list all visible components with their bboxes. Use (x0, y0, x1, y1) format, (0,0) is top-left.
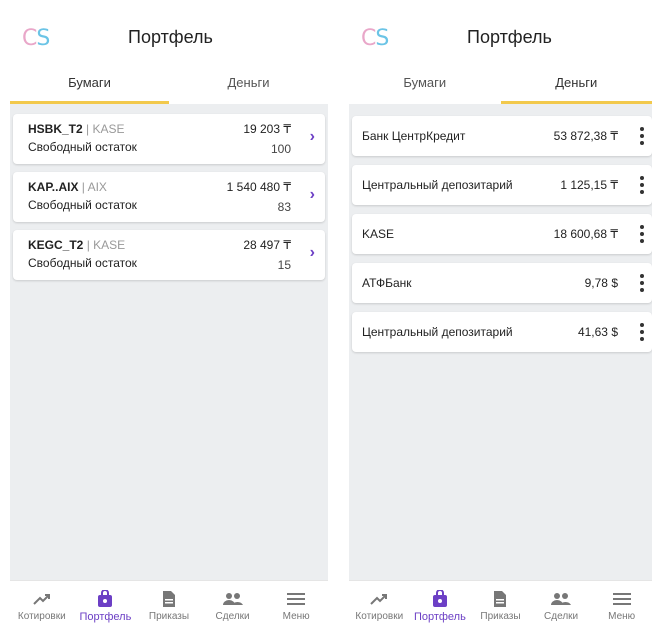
nav-menu-label: Меню (591, 611, 652, 622)
hamburger-menu-icon (264, 589, 328, 609)
account-name: Банк ЦентрКредит (362, 129, 465, 143)
account-balance: 1 125,15 ₸ (560, 178, 618, 192)
nav-quotes-label: Котировки (10, 611, 74, 622)
money-card[interactable]: KASE 18 600,68 ₸ (352, 214, 652, 254)
briefcase-icon (74, 589, 138, 609)
money-card[interactable]: Центральный депозитарий 1 125,15 ₸ (352, 165, 652, 205)
trending-up-icon (349, 589, 410, 609)
bottom-nav: Котировки Портфель Приказы Сделки Меню (349, 580, 652, 638)
nav-quotes-label: Котировки (349, 611, 410, 622)
app-logo: CS (22, 26, 49, 51)
chevron-right-icon[interactable]: › (310, 186, 315, 204)
account-balance: 18 600,68 ₸ (554, 227, 618, 241)
tab-securities[interactable]: Бумаги (349, 66, 501, 104)
more-vert-icon[interactable] (640, 323, 644, 341)
tab-money[interactable]: Деньги (501, 66, 652, 104)
nav-portfolio-label: Портфель (410, 611, 471, 623)
nav-menu[interactable]: Меню (591, 581, 652, 638)
nav-portfolio[interactable]: Портфель (74, 581, 138, 638)
security-title: KEGC_T2 | KASE (28, 238, 125, 252)
document-icon (137, 589, 201, 609)
account-balance: 53 872,38 ₸ (554, 129, 618, 143)
tab-money[interactable]: Деньги (169, 66, 328, 104)
tab-bar: Бумаги Деньги (349, 66, 652, 104)
nav-orders-label: Приказы (137, 611, 201, 622)
nav-portfolio-label: Портфель (74, 611, 138, 623)
account-name: АТФБанк (362, 276, 412, 290)
security-card[interactable]: KAP..AIX | AIX Свободный остаток 1 540 4… (13, 172, 325, 222)
security-subtitle: Свободный остаток (28, 256, 137, 270)
nav-menu-label: Меню (264, 611, 328, 622)
page-title: Портфель (467, 27, 552, 48)
account-name: KASE (362, 227, 394, 241)
nav-menu[interactable]: Меню (264, 581, 328, 638)
more-vert-icon[interactable] (640, 274, 644, 292)
more-vert-icon[interactable] (640, 225, 644, 243)
trending-up-icon (10, 589, 74, 609)
money-card[interactable]: Центральный депозитарий 41,63 $ (352, 312, 652, 352)
nav-deals-label: Сделки (201, 611, 265, 622)
nav-quotes[interactable]: Котировки (10, 581, 74, 638)
account-name: Центральный депозитарий (362, 325, 513, 339)
security-quantity: 100 (271, 142, 291, 156)
people-icon (201, 589, 265, 609)
tab-bar: Бумаги Деньги (10, 66, 328, 104)
security-title: KAP..AIX | AIX (28, 180, 107, 194)
security-subtitle: Свободный остаток (28, 140, 137, 154)
account-balance: 9,78 $ (585, 276, 618, 290)
chevron-right-icon[interactable]: › (310, 244, 315, 262)
security-price: 1 540 480 ₸ (227, 180, 291, 194)
nav-deals-label: Сделки (531, 611, 592, 622)
document-icon (470, 589, 531, 609)
people-icon (531, 589, 592, 609)
security-price: 28 497 ₸ (243, 238, 291, 252)
nav-orders-label: Приказы (470, 611, 531, 622)
page-title: Портфель (128, 27, 213, 48)
account-balance: 41,63 $ (578, 325, 618, 339)
nav-deals[interactable]: Сделки (531, 581, 592, 638)
nav-deals[interactable]: Сделки (201, 581, 265, 638)
securities-list: HSBK_T2 | KASE Свободный остаток 19 203 … (10, 104, 328, 580)
nav-quotes[interactable]: Котировки (349, 581, 410, 638)
portfolio-securities-screen: CS Портфель Бумаги Деньги HSBK_T2 | KASE… (10, 14, 328, 638)
bottom-nav: Котировки Портфель Приказы Сделки Меню (10, 580, 328, 638)
app-logo: CS (361, 26, 388, 51)
nav-portfolio[interactable]: Портфель (410, 581, 471, 638)
more-vert-icon[interactable] (640, 176, 644, 194)
tab-securities[interactable]: Бумаги (10, 66, 169, 104)
chevron-right-icon[interactable]: › (310, 128, 315, 146)
hamburger-menu-icon (591, 589, 652, 609)
portfolio-money-screen: CS Портфель Бумаги Деньги Банк ЦентрКред… (349, 14, 652, 638)
nav-orders[interactable]: Приказы (470, 581, 531, 638)
app-bar: CS Портфель (10, 14, 328, 64)
security-title: HSBK_T2 | KASE (28, 122, 125, 136)
nav-orders[interactable]: Приказы (137, 581, 201, 638)
security-card[interactable]: HSBK_T2 | KASE Свободный остаток 19 203 … (13, 114, 325, 164)
account-name: Центральный депозитарий (362, 178, 513, 192)
money-card[interactable]: АТФБанк 9,78 $ (352, 263, 652, 303)
security-price: 19 203 ₸ (243, 122, 291, 136)
briefcase-icon (410, 589, 471, 609)
security-subtitle: Свободный остаток (28, 198, 137, 212)
money-list: Банк ЦентрКредит 53 872,38 ₸ Центральный… (349, 104, 652, 580)
more-vert-icon[interactable] (640, 127, 644, 145)
money-card[interactable]: Банк ЦентрКредит 53 872,38 ₸ (352, 116, 652, 156)
security-quantity: 83 (278, 200, 291, 214)
security-quantity: 15 (278, 258, 291, 272)
security-card[interactable]: KEGC_T2 | KASE Свободный остаток 28 497 … (13, 230, 325, 280)
app-bar: CS Портфель (349, 14, 652, 64)
